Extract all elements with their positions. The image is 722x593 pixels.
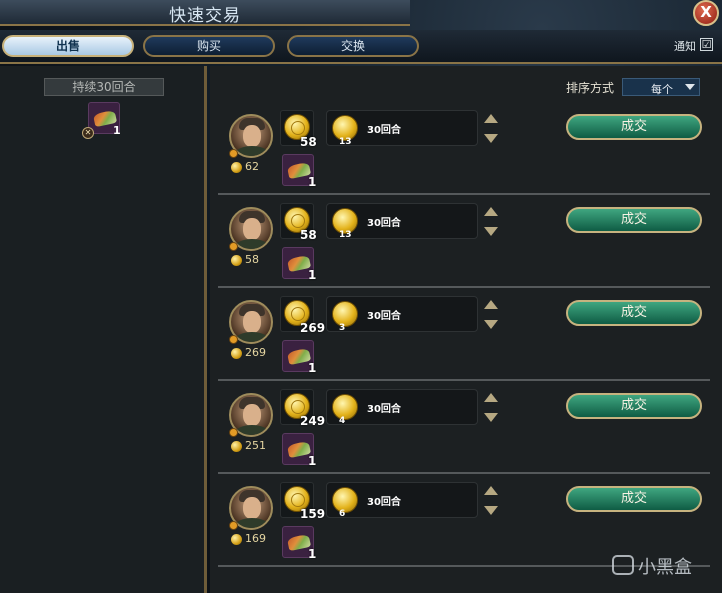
offer-row: 269 269 1 3 30回合 成交 — [218, 294, 710, 382]
per-turn-qty: 6 — [339, 509, 346, 519]
notify-checkbox[interactable]: ☑ — [700, 38, 713, 51]
offer-row: 62 58 1 13 30回合 成交 — [218, 108, 710, 196]
per-turn-label: 30回合 — [367, 125, 401, 136]
arrow-up-icon[interactable] — [484, 114, 498, 125]
gold-lump-qty: 58 — [300, 228, 317, 242]
gold-lump-qty: 249 — [300, 414, 326, 428]
tab-buy[interactable]: 购买 — [143, 35, 275, 57]
close-button[interactable]: X — [693, 0, 719, 26]
deal-button[interactable]: 成交 — [566, 393, 702, 419]
duration-label: 持续30回合 — [44, 78, 164, 96]
gold-icon — [231, 348, 242, 359]
arrow-up-icon[interactable] — [484, 486, 498, 497]
per-turn-qty: 3 — [339, 323, 346, 333]
per-turn-offer[interactable]: 4 30回合 — [326, 389, 478, 426]
gold-lump-qty: 58 — [300, 135, 317, 149]
notify-label: 通知 — [674, 40, 696, 53]
gold-total: 62 — [245, 160, 259, 173]
row-divider — [218, 193, 710, 195]
per-turn-label: 30回合 — [367, 404, 401, 415]
window-title: 快速交易 — [169, 6, 241, 26]
per-turn-qty: 13 — [339, 230, 352, 240]
medal-icon — [229, 242, 238, 251]
watermark-logo — [612, 555, 634, 575]
sort-dropdown[interactable]: 每个 — [622, 78, 700, 96]
arrow-down-icon[interactable] — [484, 134, 498, 145]
per-turn-qty: 4 — [339, 416, 346, 426]
per-turn-label: 30回合 — [367, 311, 401, 322]
gold-lump-qty: 269 — [300, 321, 326, 335]
gold-total: 269 — [245, 346, 266, 359]
per-turn-offer[interactable]: 6 30回合 — [326, 482, 478, 519]
per-turn-offer[interactable]: 3 30回合 — [326, 296, 478, 333]
medal-icon — [229, 521, 238, 530]
row-divider — [218, 472, 710, 474]
sort-value: 每个 — [651, 83, 673, 96]
row-divider — [218, 286, 710, 288]
deal-button[interactable]: 成交 — [566, 114, 702, 140]
remove-icon[interactable]: ✕ — [82, 127, 94, 139]
gold-icon — [231, 255, 242, 266]
offer-row: 251 249 1 4 30回合 成交 — [218, 387, 710, 475]
arrow-up-icon[interactable] — [484, 300, 498, 311]
watermark-text: 小黑盒 — [638, 557, 692, 578]
arrow-down-icon[interactable] — [484, 506, 498, 517]
per-turn-offer[interactable]: 13 30回合 — [326, 203, 478, 240]
per-turn-label: 30回合 — [367, 218, 401, 229]
gold-lump-qty: 159 — [300, 507, 326, 521]
gold-icon — [231, 441, 242, 452]
left-panel — [0, 66, 207, 593]
sort-label: 排序方式 — [566, 81, 615, 95]
per-turn-offer[interactable]: 13 30回合 — [326, 110, 478, 147]
tab-sell[interactable]: 出售 — [2, 35, 134, 57]
offer-row: 169 159 1 6 30回合 成交 — [218, 480, 710, 568]
resource-qty: 1 — [308, 361, 317, 375]
title-bar: 快速交易 — [0, 0, 410, 26]
medal-icon — [229, 428, 238, 437]
row-divider — [218, 565, 710, 567]
resource-quantity: 1 — [113, 124, 121, 137]
row-divider — [218, 379, 710, 381]
arrow-down-icon[interactable] — [484, 320, 498, 331]
chevron-down-icon — [685, 84, 695, 90]
resource-qty: 1 — [308, 175, 317, 189]
deal-button[interactable]: 成交 — [566, 300, 702, 326]
gold-total: 251 — [245, 439, 266, 452]
gold-total: 169 — [245, 532, 266, 545]
medal-icon — [229, 149, 238, 158]
medal-icon — [229, 335, 238, 344]
tab-exchange[interactable]: 交换 — [287, 35, 419, 57]
arrow-down-icon[interactable] — [484, 413, 498, 424]
resource-qty: 1 — [308, 547, 317, 561]
resource-qty: 1 — [308, 268, 317, 282]
gold-icon — [231, 534, 242, 545]
arrow-up-icon[interactable] — [484, 207, 498, 218]
deal-button[interactable]: 成交 — [566, 207, 702, 233]
arrow-down-icon[interactable] — [484, 227, 498, 238]
offer-row: 58 58 1 13 30回合 成交 — [218, 201, 710, 289]
gold-icon — [231, 162, 242, 173]
per-turn-qty: 13 — [339, 137, 352, 147]
arrow-up-icon[interactable] — [484, 393, 498, 404]
gold-total: 58 — [245, 253, 259, 266]
deal-button[interactable]: 成交 — [566, 486, 702, 512]
per-turn-label: 30回合 — [367, 497, 401, 508]
resource-qty: 1 — [308, 454, 317, 468]
